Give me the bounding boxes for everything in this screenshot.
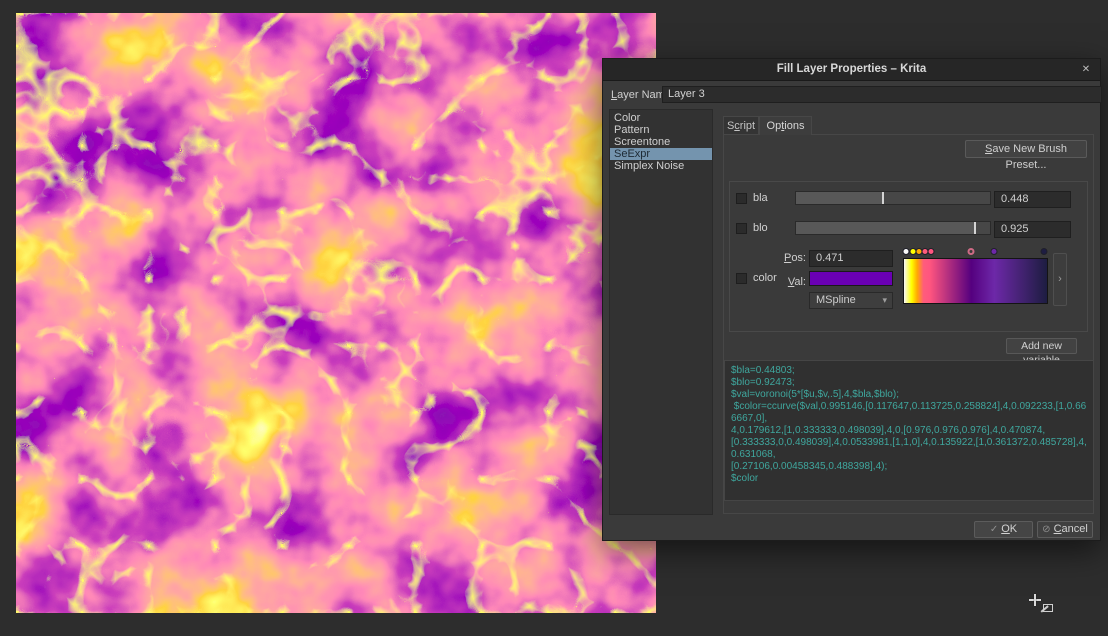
application-window: Fill Layer Properties – Krita ✕ Layer Na… xyxy=(0,0,1108,636)
mouse-cursor-crosshair-icon xyxy=(1029,594,1059,620)
script-line: $bla=0.44803; xyxy=(731,365,1087,377)
add-new-variable-button[interactable]: Add new variable xyxy=(1006,338,1077,354)
script-line: 4,0.179612,[1,0.333333,0.498039],4,0,[0.… xyxy=(731,425,1087,437)
bla-slider-fill xyxy=(796,192,883,204)
save-new-brush-preset-button[interactable]: Save New Brush Preset... xyxy=(965,140,1087,158)
cancel-button[interactable]: ⊘Cancel xyxy=(1037,521,1093,538)
blo-checkbox[interactable] xyxy=(736,223,747,234)
script-line: $val=voronoi(5*[$u,$v,.5],4,$bla,$blo); xyxy=(731,389,1087,401)
bla-label: bla xyxy=(753,192,768,204)
generator-item-color[interactable]: Color xyxy=(610,112,712,124)
script-line: [0.27106,0.00458345,0.488398],4); xyxy=(731,461,1087,473)
generator-item-pattern[interactable]: Pattern xyxy=(610,124,712,136)
script-line: $color=ccurve($val,0.995146,[0.117647,0.… xyxy=(731,401,1087,425)
bla-value-field[interactable]: 0.448 xyxy=(994,191,1071,208)
layer-name-input[interactable]: Layer 3 xyxy=(662,86,1102,103)
gradient-expand-button[interactable]: › xyxy=(1053,253,1067,306)
color-label: color xyxy=(753,272,777,284)
bla-checkbox[interactable] xyxy=(736,193,747,204)
ok-button[interactable]: ✓OK xyxy=(974,521,1033,538)
gradient-stop-4[interactable] xyxy=(928,248,935,255)
pos-value-field[interactable]: 0.471 xyxy=(809,250,893,267)
close-icon[interactable]: ✕ xyxy=(1079,63,1093,77)
check-icon: ✓ xyxy=(990,524,998,535)
generator-item-screentone[interactable]: Screentone xyxy=(610,136,712,148)
bla-slider-handle[interactable] xyxy=(882,192,884,204)
tab-script[interactable]: Script xyxy=(723,116,759,134)
blo-label: blo xyxy=(753,222,768,234)
blo-slider-fill xyxy=(796,222,975,234)
generator-list[interactable]: ColorPatternScreentoneSeExprSimplex Nois… xyxy=(609,109,713,515)
blo-value-field[interactable]: 0.925 xyxy=(994,221,1071,238)
script-line: $blo=0.92473; xyxy=(731,377,1087,389)
generator-item-seexpr[interactable]: SeExpr xyxy=(610,148,712,160)
gradient-stop-6[interactable] xyxy=(990,248,997,255)
blo-slider[interactable] xyxy=(795,221,991,235)
dialog-titlebar[interactable]: Fill Layer Properties – Krita ✕ xyxy=(603,59,1100,81)
val-color-swatch[interactable] xyxy=(809,271,893,286)
interpolation-dropdown[interactable]: MSpline ▾ xyxy=(809,292,893,309)
gradient-stop-5[interactable] xyxy=(968,248,975,255)
fill-layer-properties-dialog: Fill Layer Properties – Krita ✕ Layer Na… xyxy=(602,58,1101,541)
dialog-title: Fill Layer Properties – Krita xyxy=(603,63,1100,75)
gradient-stop-7[interactable] xyxy=(1041,248,1048,255)
blo-slider-handle[interactable] xyxy=(974,222,976,234)
tab-options[interactable]: Options xyxy=(759,116,812,135)
interpolation-value: MSpline xyxy=(816,294,856,306)
gradient-editor[interactable] xyxy=(898,245,1051,307)
color-checkbox[interactable] xyxy=(736,273,747,284)
seexpr-script-editor[interactable]: $bla=0.44803;$blo=0.92473;$val=voronoi(5… xyxy=(724,360,1094,501)
gradient-stop-0[interactable] xyxy=(903,248,910,255)
canvas-pattern[interactable] xyxy=(16,13,656,613)
val-label: Val: xyxy=(782,276,806,288)
bla-slider[interactable] xyxy=(795,191,991,205)
script-line: [0.333333,0,0.498039],4,0.0533981,[1,1,0… xyxy=(731,437,1087,461)
script-line: $color xyxy=(731,473,1087,485)
chevron-down-icon: ▾ xyxy=(882,293,887,308)
pos-label: Pos: xyxy=(782,252,806,264)
gradient-preview[interactable] xyxy=(903,258,1048,304)
generator-item-simplex-noise[interactable]: Simplex Noise xyxy=(610,160,712,172)
cancel-circle-icon: ⊘ xyxy=(1042,524,1050,535)
